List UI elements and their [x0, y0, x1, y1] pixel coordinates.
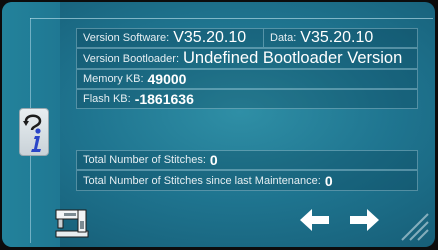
data-version-label: Data:	[270, 32, 297, 44]
total-stitches-cell: Total Number of Stitches: 0	[77, 151, 218, 169]
arrow-left-icon	[300, 209, 329, 231]
frame-line-top	[30, 18, 433, 19]
memory-row: Memory KB: 49000	[76, 69, 418, 89]
data-version-value: V35.20.10	[300, 29, 374, 46]
software-version-cell: Version Software: V35.20.10	[77, 29, 263, 47]
flash-cell: Flash KB: -1861636	[77, 90, 194, 108]
total-stitches-row: Total Number of Stitches: 0	[76, 150, 418, 170]
flash-label: Flash KB:	[83, 93, 131, 105]
arrow-right-icon	[350, 209, 379, 231]
maintenance-stitches-row: Total Number of Stitches since last Main…	[76, 170, 418, 191]
memory-value: 49000	[147, 71, 187, 87]
forward-button[interactable]	[347, 205, 383, 240]
back-button[interactable]	[296, 205, 332, 240]
maintenance-stitches-cell: Total Number of Stitches since last Main…	[77, 171, 333, 190]
flash-row: Flash KB: -1861636	[76, 89, 418, 109]
machine-info-screen: Version Software: V35.20.10 Data: V35.20…	[2, 2, 435, 247]
info-button[interactable]	[19, 108, 49, 156]
total-stitches-label: Total Number of Stitches:	[83, 154, 206, 166]
maintenance-stitches-value: 0	[324, 172, 333, 189]
sewing-machine-icon	[55, 209, 89, 238]
sewing-machine-button[interactable]	[54, 207, 90, 244]
maintenance-stitches-label: Total Number of Stitches since last Main…	[83, 174, 321, 187]
version-row: Version Software: V35.20.10 Data: V35.20…	[76, 28, 418, 48]
resize-grip[interactable]	[394, 206, 430, 247]
software-version-label: Version Software:	[83, 32, 170, 44]
bootloader-row: Version Bootloader: Undefined Bootloader…	[76, 48, 418, 69]
info-return-icon	[23, 114, 42, 152]
total-stitches-value: 0	[209, 152, 218, 168]
memory-label: Memory KB:	[83, 73, 144, 85]
bootloader-cell: Version Bootloader: Undefined Bootloader…	[77, 49, 402, 68]
bootloader-label: Version Bootloader:	[83, 52, 180, 65]
bootloader-value: Undefined Bootloader Version	[183, 49, 403, 67]
software-version-value: V35.20.10	[173, 29, 247, 46]
memory-cell: Memory KB: 49000	[77, 70, 186, 88]
resize-grip-icon	[401, 213, 429, 241]
flash-value: -1861636	[134, 91, 194, 107]
data-version-cell: Data: V35.20.10	[264, 29, 373, 47]
